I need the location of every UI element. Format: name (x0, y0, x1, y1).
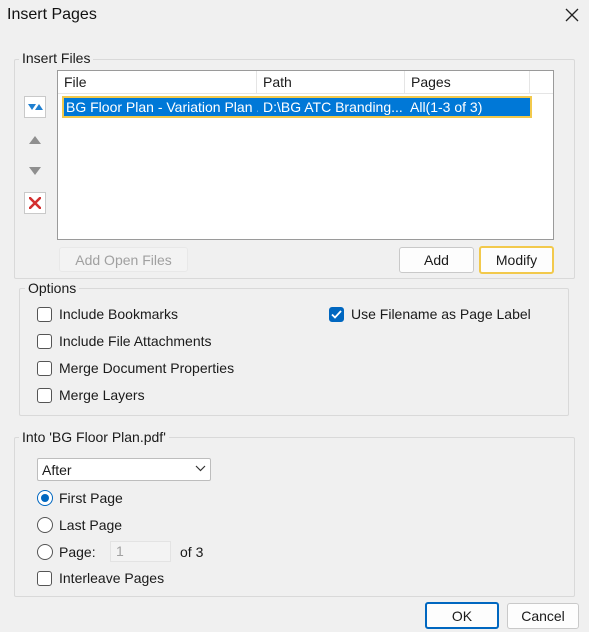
page-label: Page: (59, 544, 96, 560)
remove-file-button[interactable] (24, 192, 46, 214)
move-to-top-button[interactable] (24, 96, 46, 118)
column-header-path[interactable]: Path (257, 71, 405, 94)
checkbox-box[interactable] (37, 333, 52, 349)
window-title: Insert Pages (7, 6, 97, 23)
row-file-cell: BG Floor Plan - Variation Plan ... (66, 99, 258, 115)
last-page-label: Last Page (59, 517, 123, 533)
checkbox-box[interactable] (37, 387, 52, 403)
column-header-file[interactable]: File (58, 71, 257, 94)
delete-x-icon (29, 197, 41, 209)
arrow-down-icon (29, 167, 41, 175)
radio-dot (41, 494, 49, 502)
close-icon (565, 8, 579, 22)
title-bar: Insert Pages (0, 0, 589, 30)
cancel-button[interactable]: Cancel (507, 603, 579, 629)
use-filename-label: Use Filename as Page Label (351, 306, 531, 322)
insert-position-select[interactable]: After (37, 458, 211, 481)
page-count-label: of 3 (180, 544, 204, 560)
last-page-radio[interactable]: Last Page (37, 516, 122, 534)
chevron-down-icon (195, 465, 206, 472)
checkbox-box[interactable] (329, 306, 344, 322)
move-up-button[interactable] (24, 129, 46, 151)
merge-document-properties-checkbox[interactable]: Merge Document Properties (37, 359, 234, 377)
options-label: Options (25, 280, 80, 296)
interleave-pages-checkbox[interactable]: Interleave Pages (37, 569, 164, 587)
merge-layers-label: Merge Layers (59, 387, 145, 403)
use-filename-as-page-label-checkbox[interactable]: Use Filename as Page Label (329, 305, 531, 323)
row-pages-cell: All(1-3 of 3) (410, 99, 483, 115)
checkbox-box[interactable] (37, 360, 52, 376)
merge-document-properties-label: Merge Document Properties (59, 360, 235, 376)
checkbox-box[interactable] (37, 570, 52, 586)
files-list[interactable]: File Path Pages BG Floor Plan - Variatio… (57, 70, 554, 240)
insert-position-value: After (42, 462, 72, 478)
column-header-pages[interactable]: Pages (405, 71, 530, 94)
modify-button[interactable]: Modify (479, 246, 554, 274)
include-file-attachments-checkbox[interactable]: Include File Attachments (37, 332, 212, 350)
merge-layers-checkbox[interactable]: Merge Layers (37, 386, 145, 404)
table-row[interactable]: BG Floor Plan - Variation Plan ... D:\BG… (62, 96, 532, 118)
into-document-label: Into 'BG Floor Plan.pdf' (19, 429, 169, 445)
ok-button[interactable]: OK (425, 602, 499, 629)
first-page-label: First Page (59, 490, 123, 506)
files-list-header: File Path Pages (58, 71, 553, 94)
include-bookmarks-checkbox[interactable]: Include Bookmarks (37, 305, 178, 323)
move-top-icon (28, 104, 43, 110)
radio-circle[interactable] (37, 544, 53, 560)
page-radio[interactable]: Page: (37, 543, 96, 561)
interleave-pages-label: Interleave Pages (59, 570, 165, 586)
checkmark-icon (331, 309, 342, 319)
checkbox-box[interactable] (37, 306, 52, 322)
close-button[interactable] (557, 1, 587, 29)
move-down-button[interactable] (24, 160, 46, 182)
add-button[interactable]: Add (399, 247, 474, 273)
radio-circle[interactable] (37, 490, 53, 506)
first-page-radio[interactable]: First Page (37, 489, 123, 507)
page-number-input[interactable]: 1 (110, 541, 171, 562)
arrow-up-icon (29, 136, 41, 144)
include-file-attachments-label: Include File Attachments (59, 333, 212, 349)
add-open-files-button[interactable]: Add Open Files (59, 247, 188, 272)
radio-circle[interactable] (37, 517, 53, 533)
insert-files-label: Insert Files (19, 50, 94, 66)
include-bookmarks-label: Include Bookmarks (59, 306, 179, 322)
row-path-cell: D:\BG ATC Branding... (263, 99, 403, 115)
